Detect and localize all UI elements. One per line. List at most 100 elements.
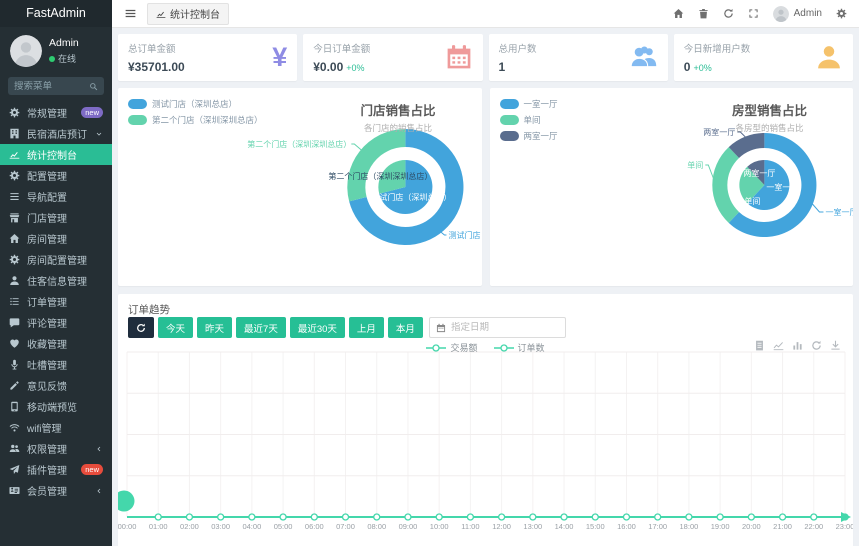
sidebar-item-4[interactable]: 配置管理 <box>0 165 112 186</box>
main-content: 总订单金额 ¥35701.00 ¥ 今日订单金额 ¥0.00+0% 总用户数 1… <box>112 0 859 546</box>
tab-label: 统计控制台 <box>170 6 220 21</box>
new-badge: new <box>81 464 103 475</box>
svg-text:17:00: 17:00 <box>648 522 667 531</box>
legend-item[interactable]: 两室一厅 <box>500 130 558 142</box>
sidebar-item-17[interactable]: 权限管理 <box>0 438 112 459</box>
sidebar-item-10[interactable]: 订单管理 <box>0 291 112 312</box>
sidebar-item-label: 评论管理 <box>27 315 103 330</box>
svg-text:12:00: 12:00 <box>492 522 511 531</box>
menu-search-input[interactable] <box>14 81 85 92</box>
svg-text:05:00: 05:00 <box>274 522 293 531</box>
legend-item[interactable]: 订单数 <box>494 341 545 354</box>
range-button-5[interactable]: 上月 <box>349 317 384 338</box>
download-icon[interactable] <box>830 340 841 351</box>
calendar-icon <box>436 323 446 333</box>
user-status: 在线 <box>49 52 79 65</box>
sidebar-item-6[interactable]: 门店管理 <box>0 207 112 228</box>
legend-swatch <box>128 115 147 125</box>
range-button-4[interactable]: 最近30天 <box>290 317 345 338</box>
sidebar-item-label: 收藏管理 <box>27 336 103 351</box>
chart-icon <box>9 149 21 160</box>
svg-text:第二个门店（深圳深圳总店）: 第二个门店（深圳深圳总店） <box>247 139 351 149</box>
sidebar-item-7[interactable]: 房间管理 <box>0 228 112 249</box>
comment-icon <box>9 317 21 328</box>
sidebar-item-13[interactable]: 吐槽管理 <box>0 354 112 375</box>
sidebar-item-15[interactable]: 移动端预览 <box>0 396 112 417</box>
sidebar-item-label: 房间配置管理 <box>27 252 103 267</box>
restore-icon[interactable] <box>811 340 822 351</box>
range-button-6[interactable]: 本月 <box>388 317 423 338</box>
data-view-icon[interactable] <box>754 340 765 351</box>
svg-text:单间: 单间 <box>744 196 760 206</box>
user-menu[interactable]: Admin <box>773 6 822 22</box>
legend-item[interactable]: 单间 <box>500 114 558 126</box>
idcard-icon <box>9 485 21 496</box>
pie-legend: 一室一厅单间两室一厅 <box>500 98 558 146</box>
legend-swatch <box>500 115 519 125</box>
svg-text:09:00: 09:00 <box>399 522 418 531</box>
sidebar-item-label: 吐槽管理 <box>27 357 103 372</box>
refresh-button[interactable] <box>128 317 154 338</box>
sidebar-item-12[interactable]: 收藏管理 <box>0 333 112 354</box>
range-button-2[interactable]: 昨天 <box>197 317 232 338</box>
sidebar-item-label: 配置管理 <box>27 168 103 183</box>
sidebar-item-2[interactable]: 民宿酒店预订 <box>0 123 112 144</box>
stat-value-text: ¥35701.00 <box>128 60 185 74</box>
user-panel: Admin 在线 <box>0 27 112 73</box>
hamburger-icon[interactable] <box>124 7 137 20</box>
home-icon <box>9 233 21 244</box>
pie-title: 门店销售占比 <box>360 100 435 119</box>
sidebar-item-label: 订单管理 <box>27 294 103 309</box>
sidebar-item-1[interactable]: 常规管理new <box>0 102 112 123</box>
stat-card-total-order-amount: 总订单金额 ¥35701.00 ¥ <box>118 34 297 81</box>
svg-text:13:00: 13:00 <box>523 522 542 531</box>
range-button-1[interactable]: 今天 <box>158 317 193 338</box>
svg-text:15:00: 15:00 <box>586 522 605 531</box>
svg-text:02:00: 02:00 <box>180 522 199 531</box>
heart-icon <box>9 338 21 349</box>
store-sales-panel: 测试门店（深圳总店）第二个门店（深圳深圳总店） 门店销售占比 各门店的销售占比 … <box>118 88 482 286</box>
stat-delta: +0% <box>346 63 364 73</box>
trash-icon[interactable] <box>698 8 709 19</box>
legend-item[interactable]: 一室一厅 <box>500 98 558 110</box>
sidebar-item-8[interactable]: 房间配置管理 <box>0 249 112 270</box>
pie-subtitle: 各房型的销售占比 <box>732 122 807 134</box>
svg-text:23:00: 23:00 <box>836 522 853 531</box>
sidebar-item-3[interactable]: 统计控制台 <box>0 144 112 165</box>
calendar-icon <box>445 42 473 72</box>
range-button-3[interactable]: 最近7天 <box>236 317 286 338</box>
home-icon[interactable] <box>673 8 684 19</box>
sidebar-item-16[interactable]: wifi管理 <box>0 417 112 438</box>
stat-label: 总订单金额 <box>128 41 287 55</box>
stat-value-text: 1 <box>499 60 506 74</box>
sidebar-item-18[interactable]: 插件管理new <box>0 459 112 480</box>
legend-item[interactable]: 交易额 <box>426 341 477 354</box>
sidebar-item-5[interactable]: 导航配置 <box>0 186 112 207</box>
sidebar-item-9[interactable]: 住客信息管理 <box>0 270 112 291</box>
svg-text:单间: 单间 <box>687 160 703 170</box>
sidebar-item-label: 民宿酒店预订 <box>27 126 89 141</box>
stat-delta: +0% <box>693 63 711 73</box>
cog-icon[interactable] <box>836 8 847 19</box>
legend-item[interactable]: 第二个门店（深圳深圳总店） <box>128 114 263 126</box>
chevron-left-icon <box>95 445 103 453</box>
expand-icon[interactable] <box>748 8 759 19</box>
user-name: Admin <box>49 37 79 49</box>
refresh-icon[interactable] <box>723 8 734 19</box>
sidebar: FastAdmin Admin 在线 常规管理new民宿酒店预订统计控制台配置管… <box>0 0 112 546</box>
users-icon <box>9 443 21 454</box>
line-chart-icon[interactable] <box>773 340 784 351</box>
date-input[interactable] <box>451 322 559 333</box>
sidebar-item-11[interactable]: 评论管理 <box>0 312 112 333</box>
sidebar-item-label: 统计控制台 <box>27 147 103 162</box>
legend-item[interactable]: 测试门店（深圳总店） <box>128 98 263 110</box>
svg-text:测试门店（深圳总店）: 测试门店（深圳总店） <box>371 192 451 202</box>
user-menu-label: Admin <box>794 8 822 19</box>
sidebar-item-14[interactable]: 意见反馈 <box>0 375 112 396</box>
sidebar-item-19[interactable]: 会员管理 <box>0 480 112 501</box>
legend-swatch <box>500 99 519 109</box>
bar-chart-icon[interactable] <box>792 340 803 351</box>
line-marker-icon <box>494 344 514 352</box>
tab-dashboard[interactable]: 统计控制台 <box>147 3 229 25</box>
store-icon <box>9 212 21 223</box>
